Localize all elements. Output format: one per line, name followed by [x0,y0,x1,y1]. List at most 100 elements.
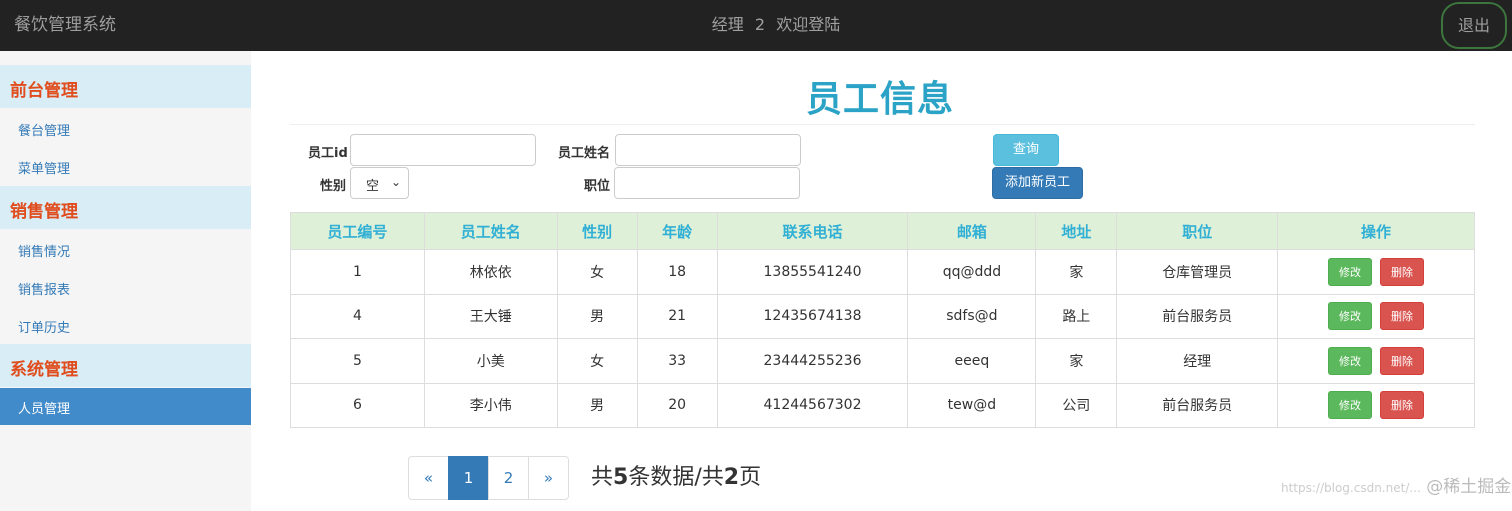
cell-age: 33 [636,338,718,384]
add-employee-button[interactable]: 添加新员工 [992,167,1083,199]
cell-phone: 41244567302 [716,382,909,428]
logout-button[interactable]: 退出 [1441,2,1507,49]
cell-position: 前台服务员 [1116,293,1279,339]
cell-gender: 男 [556,382,638,428]
sidebar-item-staff[interactable]: 人员管理 [0,388,251,425]
page-title: 员工信息 [806,79,955,120]
welcome-message: 经理 2 欢迎登陆 [0,11,1512,35]
record-summary: 共5条数据/共2页 [591,459,761,491]
employee-id-label: 员工id [308,146,348,161]
employee-id-input[interactable] [350,134,536,166]
gender-label: 性别 [320,179,347,194]
cell-phone: 13855541240 [716,249,909,295]
cell-address: 家 [1035,338,1118,384]
header-name: 员工姓名 [423,212,558,250]
delete-button[interactable]: 删除 [1380,257,1425,286]
cell-id: 6 [290,382,425,428]
edit-button[interactable]: 修改 [1328,302,1373,331]
edit-button[interactable]: 修改 [1328,257,1373,286]
sidebar-group-front[interactable]: 前台管理 [0,65,251,108]
sidebar-group-system[interactable]: 系统管理 [0,344,251,387]
gender-select[interactable]: 空 ⌄ [350,167,409,199]
summary-mid: 条数据/共 [628,465,724,490]
pagination-prev[interactable]: « [408,456,449,500]
cell-phone: 12435674138 [716,293,909,339]
header-age: 年龄 [636,212,718,250]
table-row: 4 王大锤 男 21 12435674138 sdfs@d 路上 前台服务员 修… [290,293,1475,339]
top-navbar: 餐饮管理系统 经理 2 欢迎登陆 退出 [0,0,1512,51]
cell-id: 4 [290,293,425,339]
gender-select-value: 空 [366,179,380,194]
header-email: 邮箱 [907,212,1037,250]
table-row: 6 李小伟 男 20 41244567302 tew@d 公司 前台服务员 修改… [290,382,1475,428]
position-input[interactable] [614,167,800,199]
summary-total: 5 [613,465,629,490]
cell-name: 王大锤 [423,293,558,339]
employee-name-label: 员工姓名 [558,146,611,161]
cell-phone: 23444255236 [716,338,909,384]
employee-name-input[interactable] [615,134,801,166]
cell-gender: 男 [556,293,638,339]
table-row: 5 小美 女 33 23444255236 eeeq 家 经理 修改 删除 [290,338,1475,384]
watermark-url: https://blog.csdn.net/... [1281,481,1421,495]
cell-position: 经理 [1116,338,1279,384]
cell-gender: 女 [556,338,638,384]
edit-button[interactable]: 修改 [1328,391,1373,420]
cell-name: 林依依 [423,249,558,295]
table-row: 1 林依依 女 18 13855541240 qq@ddd 家 仓库管理员 修改… [290,249,1475,295]
cell-address: 路上 [1035,293,1118,339]
watermark-text: @稀土掘金技术社区 [1426,477,1512,497]
cell-email: qq@ddd [907,249,1037,295]
delete-button[interactable]: 删除 [1380,302,1425,331]
delete-button[interactable]: 删除 [1380,391,1425,420]
sidebar-item-tables[interactable]: 餐台管理 [0,110,251,147]
cell-age: 21 [636,293,718,339]
sidebar-item-menu[interactable]: 菜单管理 [0,148,251,185]
cell-position: 仓库管理员 [1116,249,1279,295]
user-id: 2 [754,15,766,34]
table-header-row: 员工编号 员工姓名 性别 年龄 联系电话 邮箱 地址 职位 操作 [290,212,1475,250]
cell-email: eeeq [907,338,1037,384]
sidebar-item-sales-status[interactable]: 销售情况 [0,231,251,268]
sidebar-group-sales[interactable]: 销售管理 [0,186,251,229]
sidebar-item-sales-report[interactable]: 销售报表 [0,269,251,306]
pagination-next[interactable]: » [528,456,569,500]
pagination-page-2[interactable]: 2 [488,456,529,500]
pagination: « 1 2 » [408,456,569,500]
position-label: 职位 [584,179,611,194]
sidebar-item-order-history[interactable]: 订单历史 [0,307,251,344]
summary-suffix: 页 [739,465,762,490]
watermark: https://blog.csdn.net/... @稀土掘金技术社区 [1281,472,1512,497]
header-id: 员工编号 [290,212,425,250]
delete-button[interactable]: 删除 [1380,346,1425,375]
title-divider [290,124,1475,125]
cell-email: sdfs@d [907,293,1037,339]
cell-age: 20 [636,382,718,428]
cell-actions: 修改 删除 [1277,249,1475,295]
edit-button[interactable]: 修改 [1328,346,1373,375]
query-button[interactable]: 查询 [993,134,1059,166]
cell-name: 李小伟 [423,382,558,428]
welcome-text: 欢迎登陆 [776,15,841,34]
header-gender: 性别 [556,212,638,250]
header-address: 地址 [1035,212,1118,250]
summary-pages: 2 [723,465,740,490]
employee-table: 员工编号 员工姓名 性别 年龄 联系电话 邮箱 地址 职位 操作 1 林依依 女… [290,212,1475,428]
summary-prefix: 共 [591,465,614,490]
pagination-page-1[interactable]: 1 [448,456,489,500]
cell-age: 18 [636,249,718,295]
header-phone: 联系电话 [716,212,909,250]
header-position: 职位 [1116,212,1279,250]
cell-address: 家 [1035,249,1118,295]
cell-actions: 修改 删除 [1277,338,1475,384]
chevron-down-icon: ⌄ [390,175,401,189]
cell-id: 1 [290,249,425,295]
cell-address: 公司 [1035,382,1118,428]
cell-actions: 修改 删除 [1277,293,1475,339]
cell-gender: 女 [556,249,638,295]
sidebar: 前台管理 餐台管理 菜单管理 销售管理 销售情况 销售报表 订单历史 系统管理 … [0,51,251,511]
cell-name: 小美 [423,338,558,384]
user-role: 经理 [711,15,744,34]
cell-actions: 修改 删除 [1277,382,1475,428]
cell-position: 前台服务员 [1116,382,1279,428]
